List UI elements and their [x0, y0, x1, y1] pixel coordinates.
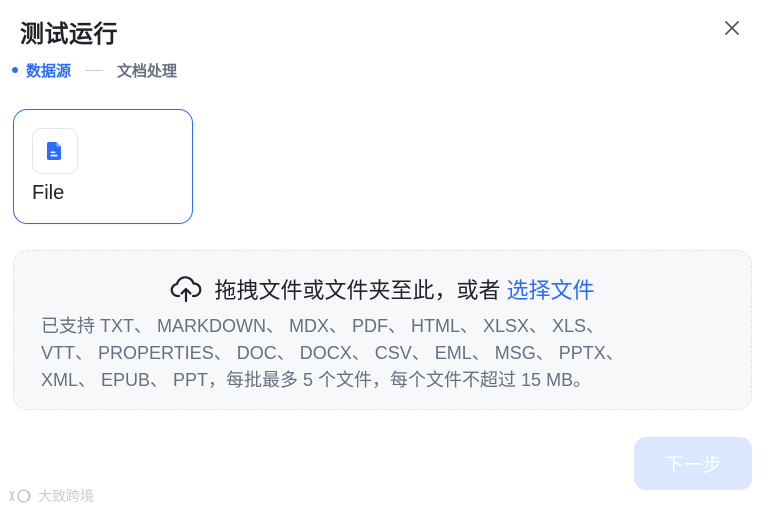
choose-file-link[interactable]: 选择文件 — [507, 273, 595, 305]
close-icon — [725, 21, 739, 35]
hint-line: 已支持 TXT、 MARKDOWN、 MDX、 PDF、 HTML、 XLSX、… — [41, 316, 605, 336]
hint-line: VTT、 PROPERTIES、 DOC、 DOCX、 CSV、 EML、 MS… — [41, 343, 624, 363]
dialog-title: 测试运行 — [20, 21, 118, 48]
watermark-logo-icon — [9, 489, 31, 503]
watermark-text: 大致跨境 — [38, 488, 94, 504]
step-indicator: 数据源 文档处理 — [12, 60, 177, 80]
file-dropzone[interactable]: 拖拽文件或文件夹至此，或者 选择文件 已支持 TXT、 MARKDOWN、 MD… — [13, 250, 752, 410]
next-step-button[interactable]: 下一步 — [634, 437, 752, 490]
dropzone-prompt: 拖拽文件或文件夹至此，或者 — [214, 278, 501, 303]
hint-line: XML、 EPUB、 PPT，每批最多 5 个文件，每个文件不超过 15 MB。 — [41, 370, 592, 390]
file-document-icon — [32, 128, 78, 174]
source-option-label: File — [32, 182, 65, 204]
close-button[interactable] — [720, 16, 744, 40]
active-step-dot — [12, 67, 18, 73]
step-document-processing: 文档处理 — [117, 62, 178, 80]
supported-formats-hint: 已支持 TXT、 MARKDOWN、 MDX、 PDF、 HTML、 XLSX、… — [41, 313, 691, 394]
step-data-source: 数据源 — [26, 62, 72, 80]
step-divider — [85, 69, 104, 71]
watermark: 大致跨境 — [8, 486, 94, 506]
cloud-upload-icon — [170, 275, 202, 303]
source-option-file[interactable]: File — [13, 109, 193, 224]
